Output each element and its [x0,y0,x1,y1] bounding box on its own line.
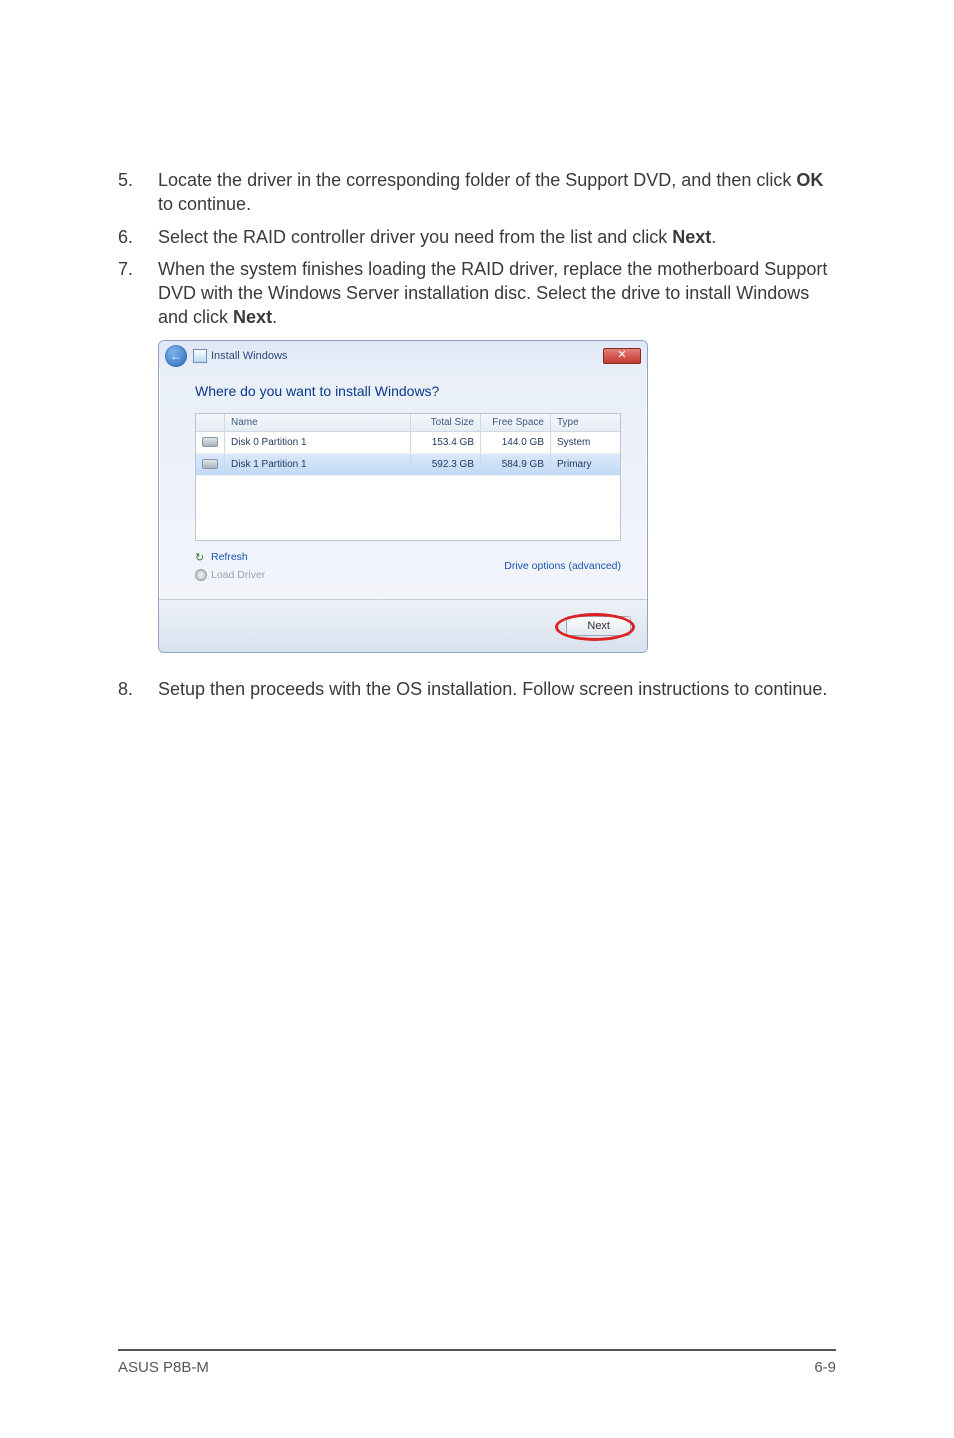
footer-left: ASUS P8B-M [118,1359,209,1376]
step-6-text: Select the RAID controller driver you ne… [158,225,836,249]
step-8-text: Setup then proceeds with the OS installa… [158,677,836,701]
disk-icon [202,459,218,469]
step-number: 8. [118,677,158,701]
partition-row[interactable]: Disk 1 Partition 1 592.3 GB 584.9 GB Pri… [196,454,620,476]
partition-type: Primary [550,454,620,475]
next-button[interactable]: Next [566,616,631,636]
window-icon [193,349,207,363]
dialog-footer: Next [159,599,647,652]
partition-list-header: Name Total Size Free Space Type [196,414,620,432]
step-7-text: When the system finishes loading the RAI… [158,257,836,330]
partition-free: 144.0 GB [480,432,550,453]
partition-free: 584.9 GB [480,454,550,475]
close-button[interactable]: ✕ [603,348,641,364]
partition-type: System [550,432,620,453]
drive-options-link[interactable]: Drive options (advanced) [504,551,621,581]
refresh-icon [195,551,207,563]
partition-row[interactable]: Disk 0 Partition 1 153.4 GB 144.0 GB Sys… [196,432,620,454]
step-5-text: Locate the driver in the corresponding f… [158,168,836,217]
step-number: 5. [118,168,158,217]
page-footer: ASUS P8B-M 6-9 [118,1349,836,1376]
step-number: 6. [118,225,158,249]
list-empty-area [196,476,620,540]
partition-total: 153.4 GB [410,432,480,453]
dialog-titlebar: ← Install Windows ✕ [159,341,647,369]
refresh-link[interactable]: Refresh [195,551,265,563]
disk-icon [202,437,218,447]
cd-icon [195,569,207,581]
footer-right: 6-9 [814,1359,836,1376]
partition-name: Disk 0 Partition 1 [224,432,410,453]
column-total-size[interactable]: Total Size [410,414,480,431]
column-free-space[interactable]: Free Space [480,414,550,431]
dialog-title: Install Windows [211,350,287,362]
partition-name: Disk 1 Partition 1 [224,454,410,475]
close-icon: ✕ [617,349,626,361]
partition-list: Name Total Size Free Space Type Disk 0 P… [195,413,621,541]
column-type[interactable]: Type [550,414,620,431]
dialog-heading: Where do you want to install Windows? [195,383,621,399]
arrow-left-icon: ← [170,349,182,363]
partition-total: 592.3 GB [410,454,480,475]
back-button[interactable]: ← [165,345,187,367]
install-windows-dialog: ← Install Windows ✕ Where do you want to… [158,340,648,653]
step-number: 7. [118,257,158,330]
column-name[interactable]: Name [224,414,410,431]
load-driver-link[interactable]: Load Driver [195,569,265,581]
